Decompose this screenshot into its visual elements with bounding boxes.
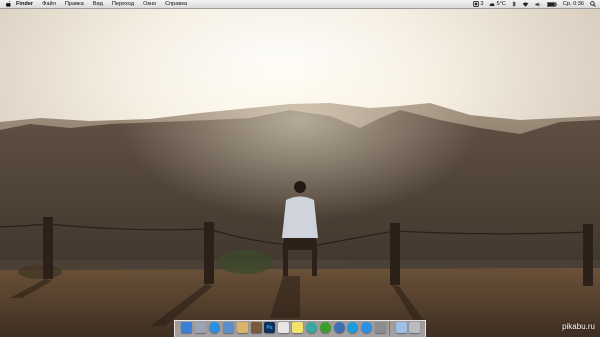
preview-icon[interactable] — [223, 322, 234, 333]
utorrent-icon[interactable] — [320, 322, 331, 333]
launchpad-icon[interactable] — [195, 322, 206, 333]
apple-menu-icon[interactable] — [6, 1, 11, 7]
menu-bar: Finder Файл Правка Вид Переход Окно Спра… — [0, 0, 600, 9]
menu-app-name[interactable]: Finder — [16, 0, 33, 8]
menu-window[interactable]: Окно — [143, 0, 156, 8]
bluetooth-status[interactable] — [512, 1, 516, 7]
trash-icon[interactable] — [409, 322, 420, 333]
menu-edit[interactable]: Правка — [65, 0, 84, 8]
status-item-1[interactable]: 3 — [473, 0, 483, 8]
wifi-status[interactable] — [522, 1, 529, 7]
status-icon — [473, 1, 480, 7]
watermark: pikabu.ru — [562, 322, 595, 331]
spotlight-button[interactable] — [590, 1, 596, 7]
search-icon — [590, 1, 596, 7]
menu-go[interactable]: Переход — [112, 0, 134, 8]
status-count: 3 — [480, 1, 484, 7]
menu-help[interactable]: Справка — [165, 0, 187, 8]
bluetooth-icon — [512, 1, 516, 7]
desktop-wallpaper — [0, 0, 600, 337]
finder-icon[interactable] — [181, 322, 192, 333]
battery-icon — [546, 1, 557, 7]
wifi-icon — [522, 1, 529, 7]
menu-file[interactable]: Файл — [42, 0, 56, 8]
status-area: 3 5°C Ср. 0:36 — [467, 0, 596, 8]
skype-icon[interactable] — [347, 322, 358, 333]
weather-status[interactable]: 5°C — [489, 0, 506, 8]
weather-temp: 5°C — [496, 1, 506, 7]
downloads-icon[interactable] — [396, 322, 407, 333]
menu-view[interactable]: Вид — [93, 0, 103, 8]
bush — [18, 265, 62, 279]
photoshop-icon[interactable]: Ps — [264, 322, 275, 333]
settings-icon[interactable] — [375, 322, 386, 333]
volume-status[interactable] — [535, 2, 541, 7]
safari-icon[interactable] — [209, 322, 220, 333]
cloud-icon — [490, 2, 495, 6]
speaker-icon — [535, 2, 541, 6]
globe-icon[interactable] — [334, 322, 345, 333]
iphoto-icon[interactable] — [251, 322, 262, 333]
calendar-icon[interactable] — [278, 322, 289, 333]
stickies-icon[interactable] — [292, 322, 303, 333]
dock-icon-text: Ps — [266, 324, 273, 331]
documents-icon[interactable] — [237, 322, 248, 333]
game-icon[interactable] — [306, 322, 317, 333]
bush — [217, 250, 273, 274]
clock[interactable]: Ср. 0:36 — [563, 0, 584, 8]
dock-separator — [389, 321, 390, 336]
appstore-icon[interactable] — [361, 322, 372, 333]
battery-status[interactable] — [546, 1, 557, 7]
